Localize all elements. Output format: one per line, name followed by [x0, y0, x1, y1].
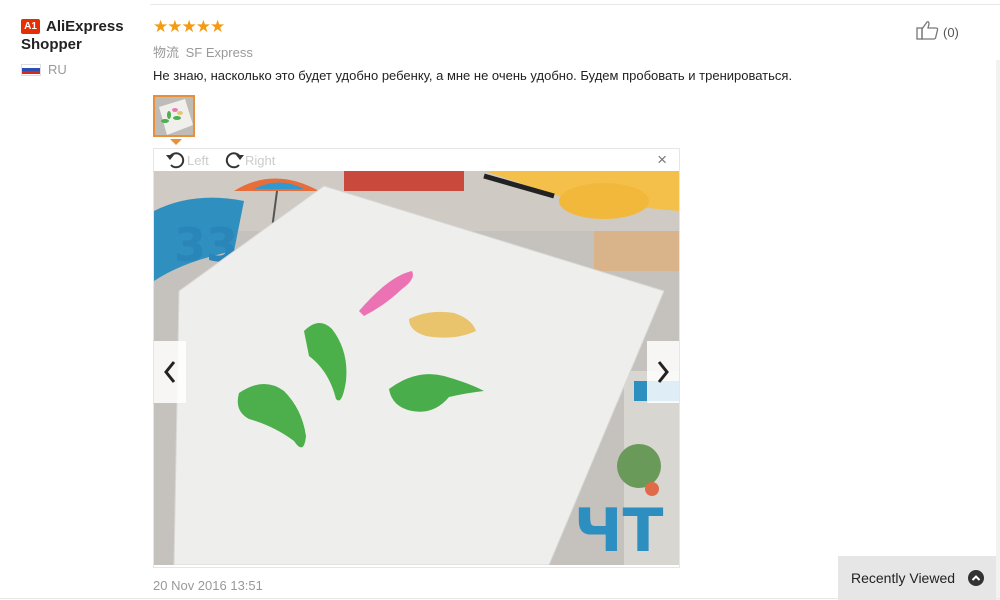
star-rating: ★ ★ ★ ★ ★: [153, 17, 225, 36]
rotate-left-icon: [166, 152, 185, 169]
reviewer-name: A1 AliExpress Shopper: [21, 18, 124, 53]
review-text: Не знаю, насколько это будет удобно ребе…: [153, 68, 793, 83]
russia-flag-icon: [21, 63, 41, 76]
helpful-count: (0): [943, 25, 959, 40]
star-icon: ★: [153, 17, 168, 36]
chevron-left-icon: [164, 361, 176, 383]
reviewer-info: A1 AliExpress Shopper RU: [21, 18, 141, 77]
rotate-right-button[interactable]: Right: [223, 150, 275, 170]
star-icon: ★: [167, 17, 182, 36]
star-icon: ★: [210, 17, 225, 36]
svg-text:ЧТ: ЧТ: [574, 496, 663, 565]
reviewer-country: RU: [21, 62, 141, 77]
viewer-toolbar: Left Right ×: [154, 149, 679, 171]
rotate-left-button[interactable]: Left: [165, 150, 209, 170]
chevron-up-circle-icon: [968, 570, 984, 586]
close-viewer-button[interactable]: ×: [657, 151, 667, 169]
recently-viewed-button[interactable]: Recently Viewed: [838, 556, 996, 600]
top-divider: [150, 4, 1000, 5]
star-icon: ★: [195, 17, 211, 36]
recently-viewed-label: Recently Viewed: [851, 570, 956, 586]
thumbs-up-icon: [916, 20, 940, 45]
shipping-label: 物流: [153, 45, 180, 60]
review-date: 20 Nov 2016 13:51: [153, 578, 263, 593]
chevron-right-icon: [657, 361, 669, 383]
page-scrollbar[interactable]: [996, 60, 1000, 600]
thumbnail-pointer-icon: [170, 139, 182, 145]
helpful-button[interactable]: (0): [916, 20, 959, 45]
next-photo-button[interactable]: [647, 341, 679, 403]
star-icon: ★: [181, 17, 197, 36]
review-photo-thumbnail[interactable]: [153, 95, 195, 137]
previous-photo-button[interactable]: [154, 341, 186, 403]
reviewer-level-badge: A1: [21, 19, 40, 34]
shipping-method: SF Express: [185, 45, 253, 60]
photo-viewer: Left Right × 33 ЧТ: [153, 148, 680, 568]
shipping-info: 物流 SF Express: [153, 42, 253, 61]
review-photo: 33 ЧТ: [154, 171, 679, 565]
rotate-right-icon: [225, 152, 244, 169]
